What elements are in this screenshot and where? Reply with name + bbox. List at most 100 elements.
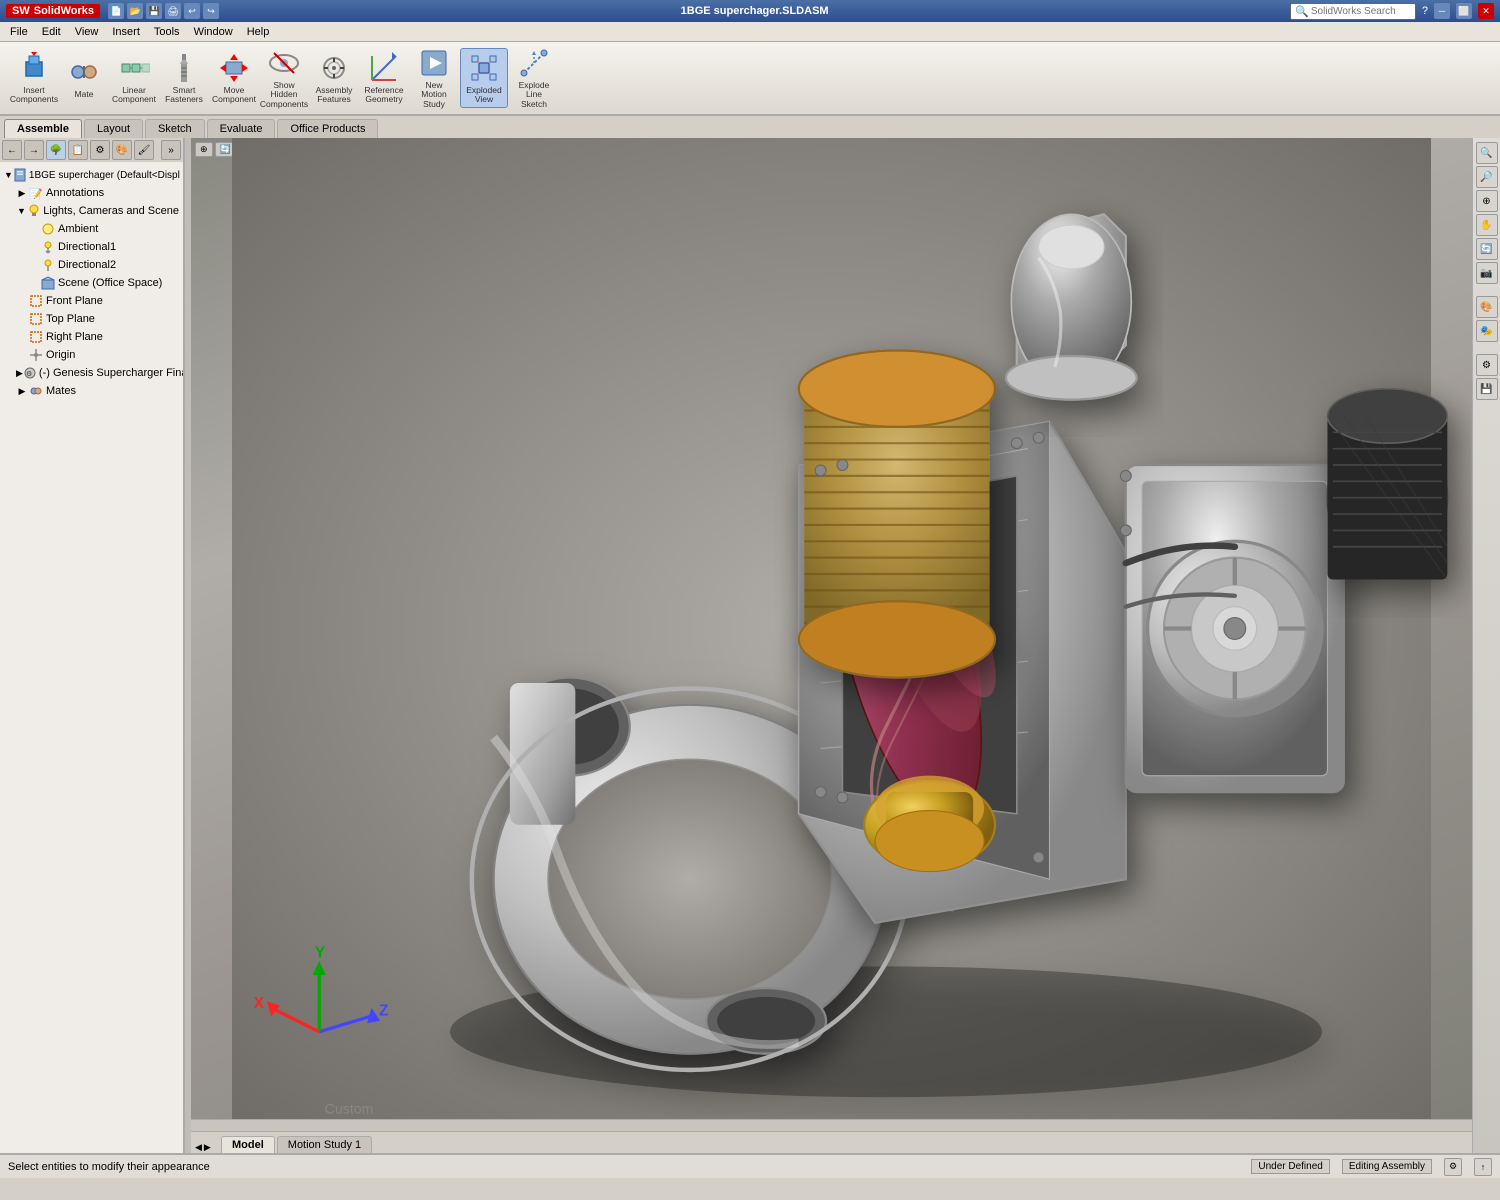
right-zoom-fit-btn[interactable]: ⊕ — [1476, 190, 1498, 212]
show-hidden-icon — [268, 47, 300, 79]
panel-properties-btn[interactable]: 📋 — [68, 140, 88, 160]
status-expand-btn[interactable]: ↑ — [1474, 1158, 1492, 1176]
tree-item-scene[interactable]: Scene (Office Space) — [0, 274, 183, 292]
right-zoom-out-btn[interactable]: 🔎 — [1476, 166, 1498, 188]
open-button[interactable]: 📂 — [127, 3, 143, 19]
exploded-view-icon — [468, 52, 500, 84]
insert-components-button[interactable]: InsertComponents — [10, 48, 58, 108]
menu-view[interactable]: View — [69, 24, 105, 40]
status-message: Select entities to modify their appearan… — [8, 1161, 1251, 1173]
tree-item-annotations[interactable]: ▶ 📝 Annotations — [0, 184, 183, 202]
tree-item-right-plane[interactable]: Right Plane — [0, 328, 183, 346]
print-button[interactable]: 🖨 — [165, 3, 181, 19]
close-button[interactable]: ✕ — [1478, 3, 1494, 19]
tab-layout[interactable]: Layout — [84, 119, 143, 138]
reference-geometry-button[interactable]: ReferenceGeometry — [360, 48, 408, 108]
explode-line-sketch-icon — [518, 47, 550, 79]
linear-component-button[interactable]: LinearComponent — [110, 48, 158, 108]
tree-item-directional1[interactable]: Directional1 — [0, 238, 183, 256]
exploded-view-button[interactable]: Exploded View — [460, 48, 508, 108]
right-pan-btn[interactable]: ✋ — [1476, 214, 1498, 236]
title-bar: SWSolidWorks 📄 📂 💾 🖨 ↩ ↪ 1BGE superchage… — [0, 0, 1500, 22]
panel-back-btn[interactable]: ← — [2, 140, 22, 160]
bottom-tab-model[interactable]: Model — [221, 1136, 275, 1153]
tab-office-products[interactable]: Office Products — [277, 119, 378, 138]
panel-config-btn[interactable]: ⚙ — [90, 140, 110, 160]
tab-sketch[interactable]: Sketch — [145, 119, 205, 138]
svg-text:📝: 📝 — [29, 188, 43, 200]
tree-item-directional2[interactable]: Directional2 — [0, 256, 183, 274]
menu-window[interactable]: Window — [188, 24, 239, 40]
tree-item-origin[interactable]: Origin — [0, 346, 183, 364]
tab-assemble[interactable]: Assemble — [4, 119, 82, 138]
mate-label: Mate — [75, 90, 94, 99]
app-logo[interactable]: SWSolidWorks — [6, 4, 100, 18]
tree-item-mates[interactable]: ▶ Mates — [0, 382, 183, 400]
undo-button[interactable]: ↩ — [184, 3, 200, 19]
annotations-icon: 📝 — [28, 185, 44, 201]
new-motion-study-button[interactable]: NewMotionStudy — [410, 48, 458, 108]
bottom-scroll-left[interactable]: ◀ — [195, 1142, 202, 1153]
svg-text:⚙: ⚙ — [26, 370, 32, 378]
reference-geometry-icon — [368, 52, 400, 84]
menu-tools[interactable]: Tools — [148, 24, 186, 40]
main-viewport[interactable]: ⊕ 🔄 ✋ 🔍 📷 🎨 👁 🎭 🌐 Exploded View — [191, 138, 1472, 1119]
menu-file[interactable]: File — [4, 24, 34, 40]
redo-button[interactable]: ↪ — [203, 3, 219, 19]
minimize-button[interactable]: ─ — [1434, 3, 1450, 19]
right-zoom-in-btn[interactable]: 🔍 — [1476, 142, 1498, 164]
tree-item-front-plane[interactable]: Front Plane — [0, 292, 183, 310]
tree-item-root[interactable]: ▼ 1BGE superchager (Default<Displ — [0, 166, 183, 184]
explode-line-sketch-button[interactable]: ExplodeLineSketch — [510, 48, 558, 108]
main-toolbar: InsertComponents Mate — [0, 42, 1500, 116]
right-view-btn[interactable]: 📷 — [1476, 262, 1498, 284]
bottom-tab-motion-study[interactable]: Motion Study 1 — [277, 1136, 372, 1153]
tab-evaluate[interactable]: Evaluate — [207, 119, 276, 138]
restore-button[interactable]: ⬜ — [1456, 3, 1472, 19]
lights-expand-icon: ▼ — [16, 206, 27, 216]
right-save-view-btn[interactable]: 💾 — [1476, 378, 1498, 400]
show-hidden-label: ShowHiddenComponents — [260, 81, 308, 109]
ambient-label: Ambient — [58, 223, 98, 235]
panel-toolbar: ← → 🌳 📋 ⚙ 🎨 🖌 » — [0, 138, 183, 162]
tree-item-ambient[interactable]: Ambient — [0, 220, 183, 238]
panel-forward-btn[interactable]: → — [24, 140, 44, 160]
smart-fasteners-label: SmartFasteners — [165, 86, 203, 105]
panel-expand-btn[interactable]: » — [161, 140, 181, 160]
menu-insert[interactable]: Insert — [106, 24, 146, 40]
mate-button[interactable]: Mate — [60, 48, 108, 108]
genesis-label: (-) Genesis Supercharger Final — [39, 367, 183, 379]
genesis-expand-icon: ▶ — [16, 368, 23, 379]
feature-tree: ▼ 1BGE superchager (Default<Displ ▶ 📝 An… — [0, 162, 183, 1153]
viewport-hscroll[interactable] — [191, 1119, 1472, 1131]
status-settings-btn[interactable]: ⚙ — [1444, 1158, 1462, 1176]
show-hidden-button[interactable]: ShowHiddenComponents — [260, 48, 308, 108]
menu-help[interactable]: Help — [241, 24, 276, 40]
right-rotate-btn[interactable]: 🔄 — [1476, 238, 1498, 260]
panel-appearance-btn[interactable]: 🖌 — [134, 140, 154, 160]
right-appear-btn[interactable]: 🎭 — [1476, 320, 1498, 342]
explode-line-sketch-label: ExplodeLineSketch — [519, 81, 550, 109]
save-button[interactable]: 💾 — [146, 3, 162, 19]
search-box[interactable]: 🔍 — [1290, 3, 1416, 20]
search-input[interactable] — [1311, 6, 1411, 17]
svg-text:Z: Z — [379, 1002, 388, 1019]
panel-display-states-btn[interactable]: 🎨 — [112, 140, 132, 160]
right-display-btn[interactable]: 🎨 — [1476, 296, 1498, 318]
tree-item-lights[interactable]: ▼ Lights, Cameras and Scene — [0, 202, 183, 220]
panel-feature-tree-btn[interactable]: 🌳 — [46, 140, 66, 160]
root-expand-icon: ▼ — [4, 170, 13, 180]
new-motion-study-label: NewMotionStudy — [421, 81, 447, 109]
tree-item-top-plane[interactable]: Top Plane — [0, 310, 183, 328]
exploded-view-label: Exploded View — [464, 86, 504, 105]
tree-item-genesis[interactable]: ▶ ⚙ (-) Genesis Supercharger Final — [0, 364, 183, 382]
new-button[interactable]: 📄 — [108, 3, 124, 19]
move-component-button[interactable]: MoveComponent — [210, 48, 258, 108]
bottom-scroll-right[interactable]: ▶ — [204, 1142, 211, 1153]
right-settings-btn[interactable]: ⚙ — [1476, 354, 1498, 376]
assembly-features-button[interactable]: AssemblyFeatures — [310, 48, 358, 108]
menu-edit[interactable]: Edit — [36, 24, 67, 40]
smart-fasteners-button[interactable]: SmartFasteners — [160, 48, 208, 108]
help-icon[interactable]: ? — [1422, 5, 1428, 17]
front-plane-icon — [28, 293, 44, 309]
